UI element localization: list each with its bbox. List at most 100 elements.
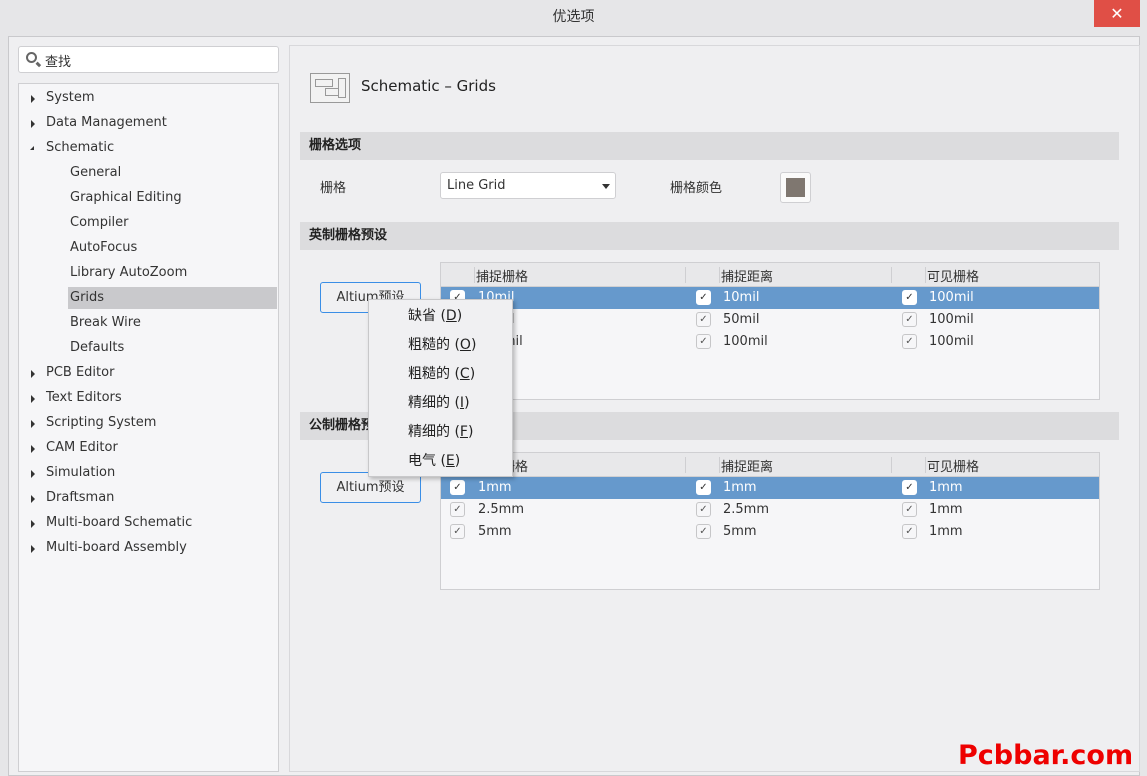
tree-item-system[interactable]: System <box>19 87 278 109</box>
imperial-grid-table[interactable]: 捕捉栅格捕捉距离可见栅格✓10mil✓10mil✓100mil✓50mil✓50… <box>440 262 1100 400</box>
tree-item-simulation[interactable]: Simulation <box>19 462 278 484</box>
table-row[interactable]: ✓ 10mil ✓ 10mil ✓ 100mil <box>441 287 1099 309</box>
collapsed-arrow-icon[interactable] <box>31 120 35 128</box>
search-placeholder: 查找 <box>45 55 72 70</box>
collapsed-arrow-icon[interactable] <box>31 470 35 478</box>
collapsed-arrow-icon[interactable] <box>31 370 35 378</box>
column-divider[interactable] <box>925 267 926 283</box>
column-header[interactable]: 捕捉距离 <box>721 456 773 475</box>
menu-item-shortcut: (F) <box>450 424 474 440</box>
column-divider[interactable] <box>719 267 720 283</box>
row-checkbox[interactable]: ✓ <box>696 290 711 305</box>
column-divider[interactable] <box>685 267 686 283</box>
preferences-tree[interactable]: System Data Management Schematic General Gra… <box>18 83 279 772</box>
metric-grid-table[interactable]: 捕捉栅格捕捉距离可见栅格✓1mm✓1mm✓1mm✓2.5mm✓2.5mm✓1mm… <box>440 452 1100 590</box>
column-header[interactable]: 捕捉栅格 <box>476 266 528 285</box>
tree-item-break-wire[interactable]: Break Wire <box>68 312 277 334</box>
tree-item-multi-board-schematic[interactable]: Multi-board Schematic <box>19 512 278 534</box>
collapsed-arrow-icon[interactable] <box>31 395 35 403</box>
page-title: Schematic – Grids <box>361 77 496 95</box>
menu-item-o[interactable]: 粗糙的 (O) <box>369 331 512 360</box>
tree-item-data-management[interactable]: Data Management <box>19 112 278 134</box>
tree-item-defaults[interactable]: Defaults <box>68 337 277 359</box>
tree-item-pcb-editor[interactable]: PCB Editor <box>19 362 278 384</box>
presets-context-menu: 缺省 (D) 粗糙的 (O) 粗糙的 (C) 精细的 (I) 精细的 (F) 电气 (E) <box>368 299 513 477</box>
tree-item-scripting-system[interactable]: Scripting System <box>19 412 278 434</box>
menu-item-i[interactable]: 精细的 (I) <box>369 389 512 418</box>
row-checkbox[interactable]: ✓ <box>696 480 711 495</box>
grid-type-dropdown[interactable]: Line Grid <box>440 172 616 199</box>
collapsed-arrow-icon[interactable] <box>31 445 35 453</box>
cell-value: 100mil <box>929 290 974 305</box>
tree-item-general[interactable]: General <box>68 162 277 184</box>
watermark: Pcbbar.com <box>958 740 1134 771</box>
close-button[interactable]: ✕ <box>1094 0 1140 27</box>
row-checkbox[interactable]: ✓ <box>696 312 711 327</box>
column-divider[interactable] <box>891 267 892 283</box>
row-checkbox[interactable]: ✓ <box>902 334 917 349</box>
menu-item-label: 精细的 <box>408 395 450 411</box>
cell-value: 2.5mm <box>478 502 525 517</box>
menu-item-label: 缺省 <box>408 308 436 324</box>
tree-item-graphical-editing[interactable]: Graphical Editing <box>68 187 277 209</box>
row-checkbox[interactable]: ✓ <box>450 480 465 495</box>
tree-item-text-editors[interactable]: Text Editors <box>19 387 278 409</box>
row-checkbox[interactable]: ✓ <box>450 524 465 539</box>
column-divider[interactable] <box>685 457 686 473</box>
menu-item-d[interactable]: 缺省 (D) <box>369 302 512 331</box>
menu-item-c[interactable]: 粗糙的 (C) <box>369 360 512 389</box>
tree-item-autofocus[interactable]: AutoFocus <box>68 237 277 259</box>
row-checkbox[interactable]: ✓ <box>696 502 711 517</box>
column-header[interactable]: 可见栅格 <box>927 456 979 475</box>
grid-color-button[interactable] <box>780 172 811 203</box>
column-header[interactable]: 可见栅格 <box>927 266 979 285</box>
collapsed-arrow-icon[interactable] <box>31 495 35 503</box>
accelerator-key: E <box>445 453 455 469</box>
table-row[interactable]: ✓ 1mm ✓ 1mm ✓ 1mm <box>441 477 1099 499</box>
row-checkbox[interactable]: ✓ <box>902 290 917 305</box>
tree-item-label: Library AutoZoom <box>70 265 188 280</box>
tree-item-label: Compiler <box>70 215 129 230</box>
cell-value: 1mm <box>929 502 963 517</box>
column-divider[interactable] <box>719 457 720 473</box>
menu-item-f[interactable]: 精细的 (F) <box>369 418 512 447</box>
row-checkbox[interactable]: ✓ <box>902 502 917 517</box>
cell-value: 5mm <box>723 524 757 539</box>
column-divider[interactable] <box>474 267 475 283</box>
row-checkbox[interactable]: ✓ <box>902 480 917 495</box>
collapsed-arrow-icon[interactable] <box>31 520 35 528</box>
tree-item-label: PCB Editor <box>46 365 115 380</box>
collapsed-arrow-icon[interactable] <box>31 420 35 428</box>
table-row[interactable]: ✓50mil✓50mil✓100mil <box>441 309 1099 331</box>
row-checkbox[interactable]: ✓ <box>902 312 917 327</box>
menu-item-shortcut: (D) <box>436 308 463 324</box>
row-checkbox[interactable]: ✓ <box>902 524 917 539</box>
tree-item-label: CAM Editor <box>46 440 118 455</box>
table-row[interactable]: ✓ 5mm ✓ 5mm ✓ 1mm <box>441 521 1099 543</box>
tree-item-label: Data Management <box>46 115 167 130</box>
column-divider[interactable] <box>925 457 926 473</box>
tree-item-draftsman[interactable]: Draftsman <box>19 487 278 509</box>
row-checkbox[interactable]: ✓ <box>696 334 711 349</box>
accelerator-key: F <box>459 424 468 440</box>
row-checkbox[interactable]: ✓ <box>696 524 711 539</box>
tree-item-label: Defaults <box>70 340 125 355</box>
tree-item-schematic[interactable]: Schematic <box>19 137 278 159</box>
collapsed-arrow-icon[interactable] <box>31 545 35 553</box>
row-checkbox[interactable]: ✓ <box>450 502 465 517</box>
menu-item-e[interactable]: 电气 (E) <box>369 447 512 476</box>
cell-value: 5mm <box>478 524 512 539</box>
collapsed-arrow-icon[interactable] <box>31 95 35 103</box>
tree-item-multi-board-assembly[interactable]: Multi-board Assembly <box>19 537 278 559</box>
cell-value: 1mm <box>929 480 963 495</box>
tree-item-grids[interactable]: Grids <box>68 287 277 309</box>
tree-item-compiler[interactable]: Compiler <box>68 212 277 234</box>
column-divider[interactable] <box>891 457 892 473</box>
search-input[interactable]: 查找 <box>18 46 279 73</box>
tree-item-library-autozoom[interactable]: Library AutoZoom <box>68 262 277 284</box>
column-header[interactable]: 捕捉距离 <box>721 266 773 285</box>
tree-item-cam-editor[interactable]: CAM Editor <box>19 437 278 459</box>
table-row[interactable]: ✓100mil✓100mil✓100mil <box>441 331 1099 353</box>
expanded-arrow-icon[interactable] <box>30 146 34 150</box>
table-row[interactable]: ✓ 2.5mm ✓ 2.5mm ✓ 1mm <box>441 499 1099 521</box>
